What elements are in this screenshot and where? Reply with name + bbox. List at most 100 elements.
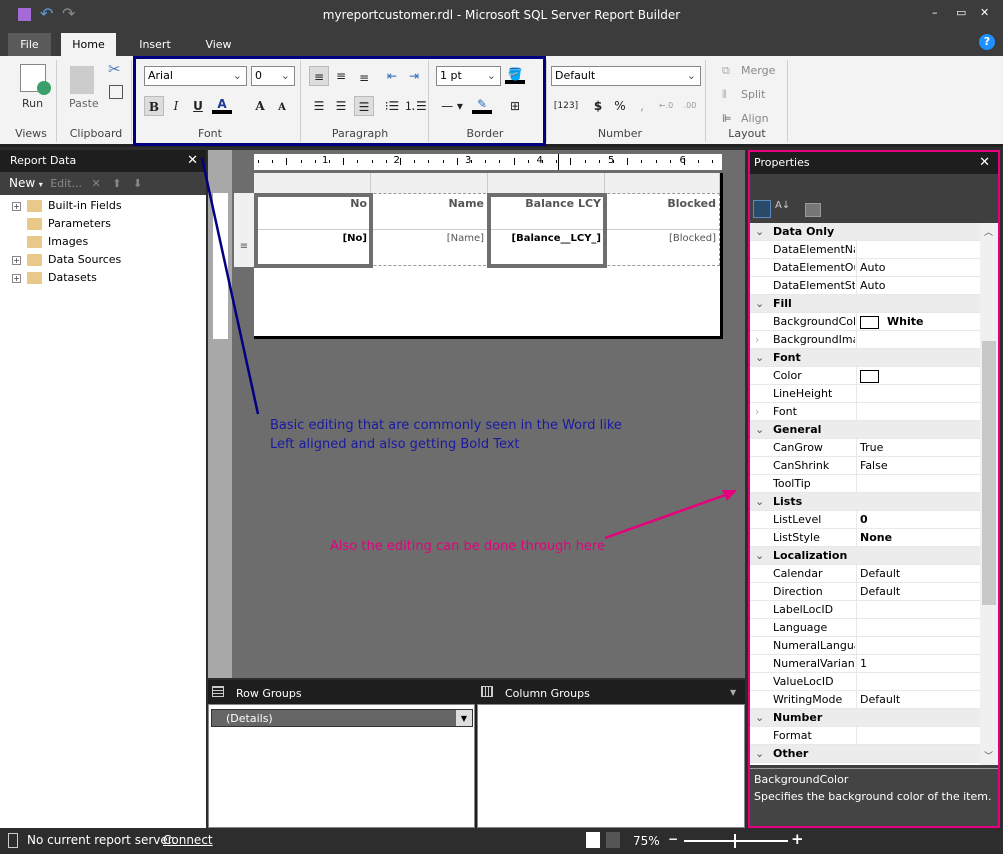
property-row[interactable]: DataElementSty Auto [750, 277, 980, 295]
property-value[interactable]: Default [856, 565, 980, 583]
property-description: BackgroundColor Specifies the background… [750, 768, 998, 826]
chevron-down-icon[interactable]: ⌄ [755, 295, 764, 313]
dropdown-arrow-icon[interactable]: ▼ [456, 710, 472, 726]
property-name: Data Only [773, 225, 835, 238]
property-name: Language [773, 621, 828, 634]
chevron-down-icon[interactable]: ⌄ [755, 547, 764, 565]
preview-view-icon[interactable] [606, 832, 620, 848]
details-group-label: (Details) [226, 712, 273, 725]
pink-arrow-line [604, 492, 729, 540]
property-row[interactable]: ToolTip [750, 475, 980, 493]
property-value[interactable]: White [856, 313, 980, 331]
property-category[interactable]: ⌄ Data Only [750, 223, 980, 241]
chevron-down-icon[interactable]: ⌄ [755, 223, 764, 241]
property-row[interactable]: ValueLocID [750, 673, 980, 691]
property-value[interactable] [856, 331, 980, 349]
properties-scrollbar[interactable]: ︿ ﹀ [980, 223, 998, 765]
details-group[interactable]: (Details) ▼ [211, 709, 473, 727]
property-pages-icon[interactable] [805, 203, 821, 217]
property-value[interactable] [856, 385, 980, 403]
chevron-down-icon[interactable]: ⌄ [755, 709, 764, 727]
property-row[interactable]: ListLevel 0 [750, 511, 980, 529]
property-value[interactable]: Default [856, 583, 980, 601]
property-value-text: Default [860, 567, 901, 580]
property-row[interactable]: Format [750, 727, 980, 745]
row-groups-title: Row Groups [236, 687, 302, 700]
property-value[interactable] [856, 403, 980, 421]
property-name: Localization [773, 549, 848, 562]
property-row[interactable]: DataElementNai [750, 241, 980, 259]
property-value[interactable] [856, 727, 980, 745]
property-row[interactable]: LineHeight [750, 385, 980, 403]
property-category[interactable]: ⌄ Fill [750, 295, 980, 313]
property-value[interactable] [856, 673, 980, 691]
property-value[interactable]: False [856, 457, 980, 475]
property-value[interactable]: Auto [856, 259, 980, 277]
connect-link[interactable]: Connect [163, 833, 213, 847]
color-swatch [860, 369, 879, 383]
property-name: Font [773, 405, 797, 418]
zoom-in-button[interactable]: + [791, 830, 804, 848]
property-name: Direction [773, 585, 823, 598]
property-name: Font [773, 351, 801, 364]
column-groups-list [477, 704, 745, 828]
chevron-down-icon[interactable]: ⌄ [755, 493, 764, 511]
property-row[interactable]: Color [750, 367, 980, 385]
property-row[interactable]: CanShrink False [750, 457, 980, 475]
chevron-down-icon[interactable]: ⌄ [755, 421, 764, 439]
property-name: Color [773, 369, 802, 382]
design-view-icon[interactable] [586, 832, 600, 848]
alphabetical-icon[interactable]: A↓ [775, 200, 790, 211]
property-category[interactable]: ⌄ General [750, 421, 980, 439]
property-value[interactable] [856, 619, 980, 637]
property-value[interactable]: Auto [856, 277, 980, 295]
property-value[interactable]: 0 [856, 511, 980, 529]
property-category[interactable]: ⌄ Other [750, 745, 980, 763]
zoom-slider[interactable] [684, 834, 788, 848]
property-row[interactable]: WritingMode Default [750, 691, 980, 709]
property-value[interactable] [856, 475, 980, 493]
property-category[interactable]: ⌄ Lists [750, 493, 980, 511]
categorized-icon[interactable] [753, 200, 771, 218]
server-status: No current report server. [27, 833, 176, 847]
scrollbar-thumb[interactable] [982, 341, 996, 605]
property-row[interactable]: › BackgroundIma [750, 331, 980, 349]
chevron-right-icon[interactable]: › [755, 331, 759, 349]
property-value[interactable] [856, 241, 980, 259]
property-row[interactable]: NumeralVariant 1 [750, 655, 980, 673]
description-title: BackgroundColor [754, 773, 849, 786]
property-name: Other [773, 747, 809, 760]
property-category[interactable]: ⌄ Localization [750, 547, 980, 565]
property-value[interactable] [856, 637, 980, 655]
property-row[interactable]: Direction Default [750, 583, 980, 601]
property-value[interactable]: True [856, 439, 980, 457]
chevron-down-icon[interactable]: ⌄ [755, 745, 764, 763]
property-row[interactable]: Language [750, 619, 980, 637]
property-row[interactable]: DataElementOu Auto [750, 259, 980, 277]
property-name: Fill [773, 297, 792, 310]
property-row[interactable]: NumeralLangua [750, 637, 980, 655]
chevron-right-icon[interactable]: › [755, 403, 759, 421]
properties-header: Properties ✕ [750, 152, 998, 174]
zoom-out-button[interactable]: − [668, 832, 678, 846]
property-row[interactable]: Calendar Default [750, 565, 980, 583]
close-icon[interactable]: ✕ [979, 152, 990, 174]
scroll-up-icon[interactable]: ︿ [984, 225, 993, 238]
property-row[interactable]: ListStyle None [750, 529, 980, 547]
property-category[interactable]: ⌄ Font [750, 349, 980, 367]
property-category[interactable]: ⌄ Number [750, 709, 980, 727]
property-name: DataElementNai [773, 243, 855, 256]
property-row[interactable]: BackgroundCol White [750, 313, 980, 331]
scroll-down-icon[interactable]: ﹀ [984, 749, 993, 762]
property-value[interactable]: None [856, 529, 980, 547]
chevron-down-icon[interactable]: ⌄ [755, 349, 764, 367]
groups-menu-icon[interactable]: ▼ [730, 688, 736, 697]
property-value[interactable]: Default [856, 691, 980, 709]
property-row[interactable]: CanGrow True [750, 439, 980, 457]
property-row[interactable]: LabelLocID [750, 601, 980, 619]
zoom-slider-thumb[interactable] [734, 834, 736, 848]
property-value[interactable] [856, 601, 980, 619]
property-row[interactable]: › Font [750, 403, 980, 421]
property-value[interactable] [856, 367, 980, 385]
property-value[interactable]: 1 [856, 655, 980, 673]
